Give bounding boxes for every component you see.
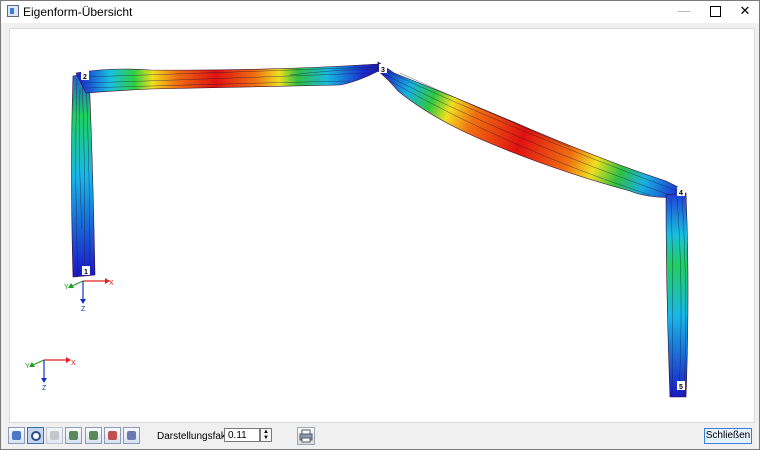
node-3-label: 3 — [381, 67, 385, 74]
close-dialog-button[interactable]: Schließen — [704, 428, 752, 444]
node-1[interactable]: 1 — [82, 266, 90, 276]
close-window-button[interactable]: ✕ — [730, 1, 760, 23]
local-axis-triad: X Y Z — [64, 278, 114, 313]
member-rafter-right — [377, 61, 683, 198]
global-y-label: Y — [25, 363, 30, 370]
minimize-button[interactable]: — — [669, 1, 699, 23]
display-options-icon — [12, 431, 21, 440]
node-1-label: 1 — [84, 269, 88, 276]
node-2[interactable]: 2 — [81, 71, 89, 81]
node-3[interactable]: 3 — [379, 64, 387, 74]
display-options-button[interactable] — [8, 427, 25, 444]
maximize-button[interactable] — [700, 1, 730, 23]
factor-input[interactable]: 0.11 — [224, 428, 260, 442]
view-button[interactable] — [46, 427, 63, 444]
mode-shape-view: 1 2 3 4 5 X Y Z X Y Z — [25, 61, 689, 398]
view-x-button[interactable] — [65, 427, 82, 444]
local-y-axis — [71, 280, 84, 287]
local-z-arrow — [80, 299, 86, 304]
view-icon — [50, 431, 59, 440]
isometric-view-button[interactable] — [123, 427, 140, 444]
zoom-button[interactable] — [27, 427, 44, 444]
view-x-icon — [69, 431, 78, 440]
title-bar: Eigenform-Übersicht — ✕ — [1, 1, 759, 23]
member-column-left — [71, 72, 96, 278]
global-z-label: Z — [42, 385, 47, 392]
global-axis-triad: X Y Z — [25, 357, 76, 392]
node-5-label: 5 — [679, 384, 683, 391]
isometric-view-icon — [127, 431, 136, 440]
view-z-button[interactable] — [104, 427, 121, 444]
maximize-icon — [709, 6, 721, 17]
view-y-button[interactable] — [85, 427, 102, 444]
bottom-toolbar: Darstellungsfaktor: 0.11 ▲ ▼ Schließen — [1, 425, 759, 449]
local-x-label: X — [109, 280, 114, 287]
global-y-axis — [32, 359, 45, 366]
eigenform-window: Eigenform-Übersicht — ✕ 1 2 3 4 5 X Y Z … — [0, 0, 760, 450]
factor-spinner[interactable]: ▲ ▼ — [260, 428, 272, 442]
print-button[interactable] — [297, 427, 315, 445]
print-icon — [299, 429, 313, 443]
view-z-icon — [108, 431, 117, 440]
local-z-label: Z — [81, 306, 86, 313]
graphics-canvas[interactable]: 1 2 3 4 5 X Y Z X Y Z — [9, 28, 755, 423]
global-z-arrow — [41, 378, 47, 383]
app-icon — [7, 5, 19, 17]
node-2-label: 2 — [83, 74, 87, 81]
node-4[interactable]: 4 — [677, 187, 685, 197]
window-title: Eigenform-Übersicht — [23, 5, 133, 19]
node-4-label: 4 — [679, 190, 683, 197]
view-y-icon — [89, 431, 98, 440]
zoom-icon — [31, 431, 41, 441]
local-y-label: Y — [64, 284, 69, 291]
global-x-label: X — [71, 360, 76, 367]
node-5[interactable]: 5 — [677, 381, 685, 391]
